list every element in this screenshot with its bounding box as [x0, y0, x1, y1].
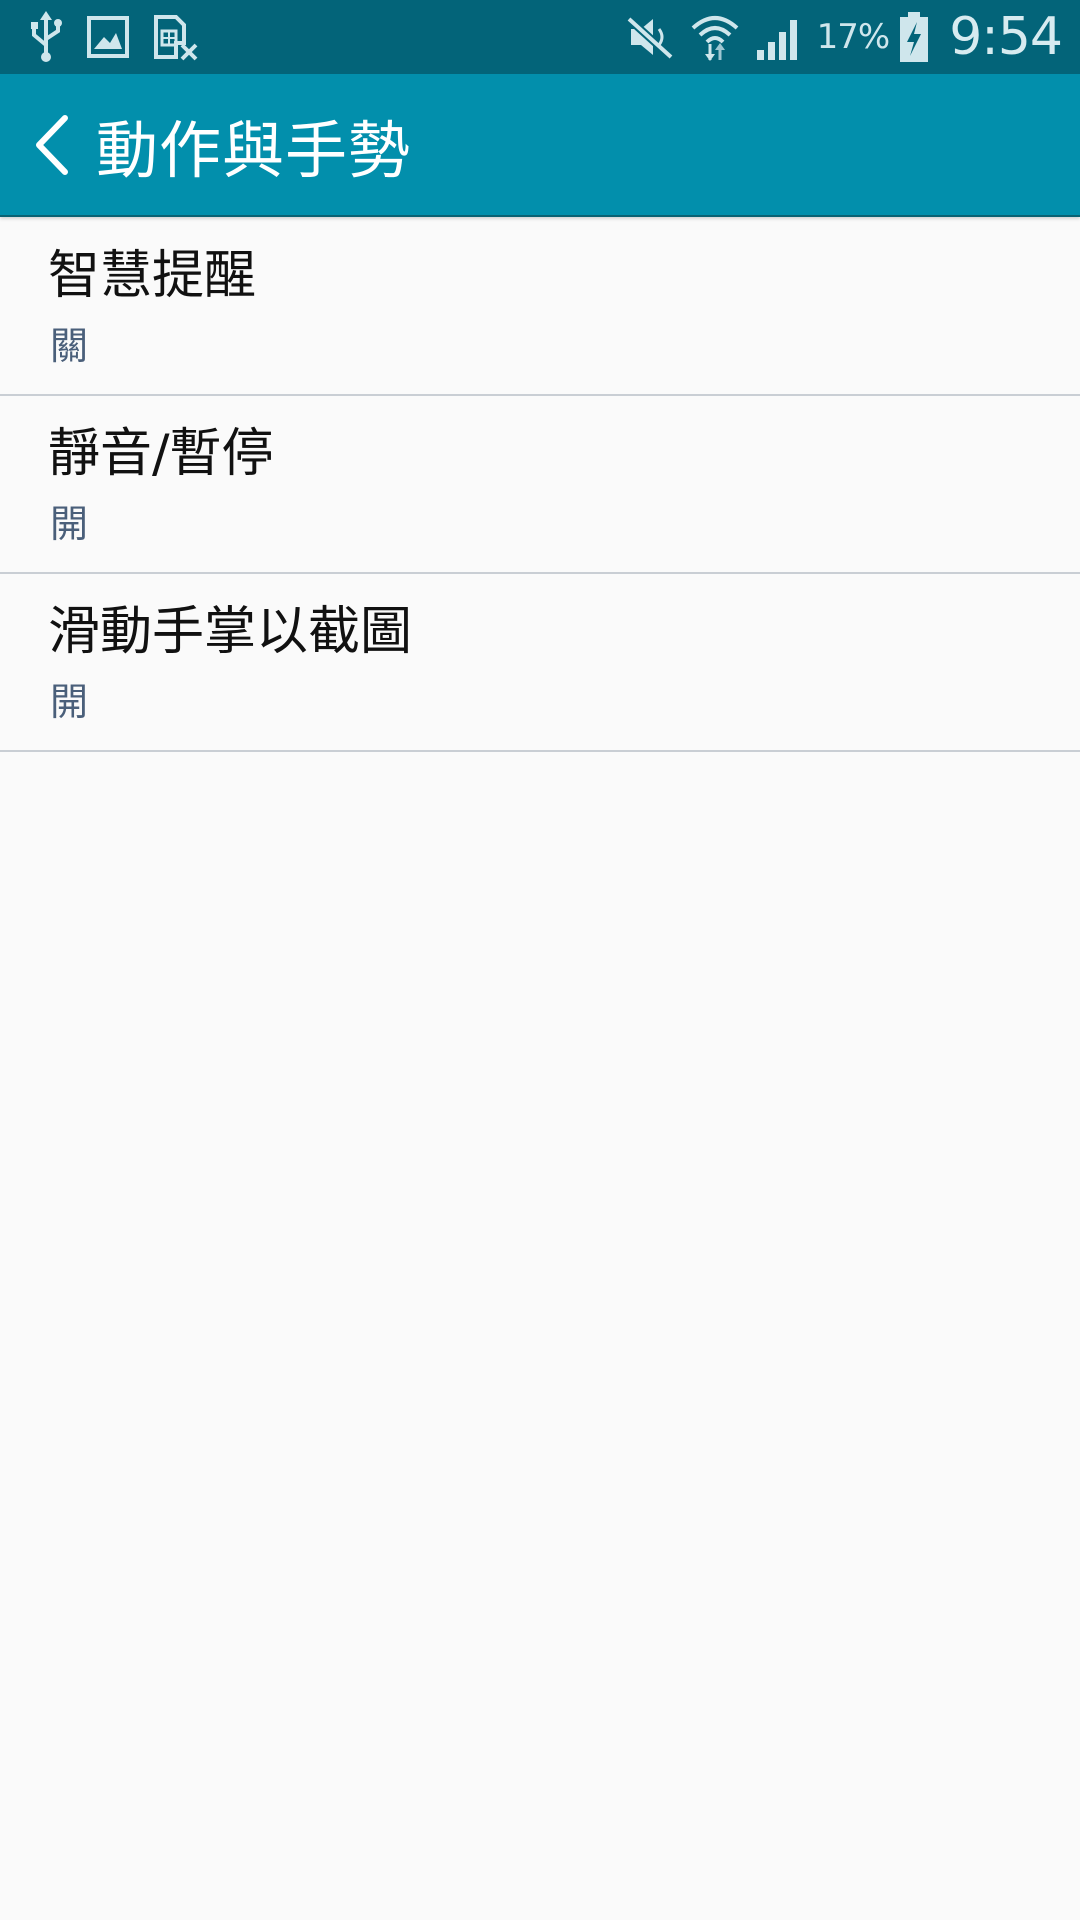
- app-bar: 動作與手勢: [0, 74, 1080, 215]
- setting-title: 智慧提醒: [48, 246, 257, 306]
- status-bar-left: [28, 0, 220, 74]
- setting-palm-swipe-capture[interactable]: 滑動手掌以截圖 開: [0, 574, 1080, 752]
- page-title: 動作與手勢: [96, 113, 412, 187]
- mute-icon: [625, 15, 675, 59]
- wifi-icon: [689, 12, 741, 62]
- no-sim-icon: [152, 13, 198, 61]
- setting-status: 關: [50, 324, 89, 368]
- battery-charging-icon: [899, 12, 929, 62]
- setting-status: 開: [50, 680, 89, 724]
- chevron-left-icon: [36, 115, 68, 175]
- signal-icon: [755, 14, 803, 60]
- status-bar-right: 17% 9:54: [625, 0, 1063, 74]
- setting-mute-pause[interactable]: 靜音/暫停 開: [0, 396, 1080, 574]
- setting-smart-alert[interactable]: 智慧提醒 關: [0, 218, 1080, 396]
- usb-icon: [28, 11, 64, 63]
- setting-title: 滑動手掌以截圖: [48, 602, 413, 662]
- image-icon: [86, 15, 130, 59]
- setting-title: 靜音/暫停: [48, 424, 274, 484]
- settings-list: 智慧提醒 關 靜音/暫停 開 滑動手掌以截圖 開: [0, 218, 1080, 752]
- status-bar: 17% 9:54: [0, 0, 1080, 74]
- clock: 9:54: [949, 7, 1063, 67]
- back-button[interactable]: [20, 112, 82, 178]
- battery-percent: 17%: [816, 17, 891, 57]
- setting-status: 開: [50, 502, 89, 546]
